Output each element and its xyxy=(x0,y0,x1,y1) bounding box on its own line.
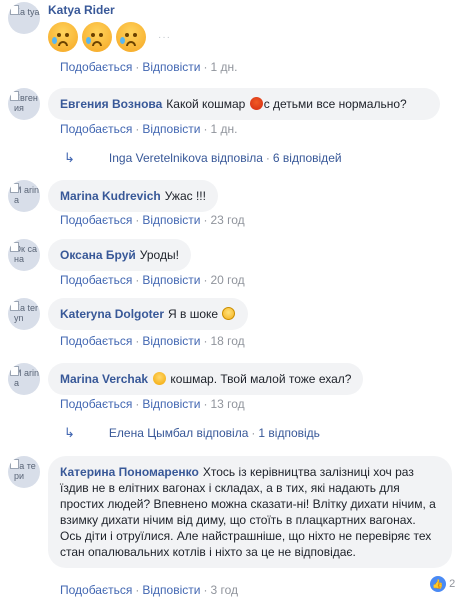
comment-bubble: Kateryna Dolgoter Я в шоке xyxy=(48,298,249,330)
reply-arrow-icon: ↳ xyxy=(64,425,75,440)
timestamp[interactable]: 3 год xyxy=(210,583,238,597)
comment-author[interactable]: Евгения Вознова xyxy=(60,97,162,111)
timestamp[interactable]: 20 год xyxy=(210,273,244,287)
comment-bubble: Marina Kudrevich Ужас !!! xyxy=(48,180,218,212)
reply-link[interactable]: Відповісти xyxy=(142,60,200,74)
comment: Ka teryn Kateryna Dolgoter Я в шоке Подоб… xyxy=(8,298,464,348)
comment-author[interactable]: Katya Rider xyxy=(48,2,146,18)
replies-author: Inga Veretelnikova відповіла xyxy=(108,151,263,165)
like-reaction-icon: 👍 xyxy=(430,576,446,592)
like-link[interactable]: Подобається xyxy=(60,583,132,597)
comment-body: Katya Rider xyxy=(48,2,150,56)
comment: Ок сана Оксана Бруй Уроды! Подобається · Ві… xyxy=(8,239,464,289)
comment: M arina Marina Kudrevich Ужас !!! Подобає… xyxy=(8,180,464,230)
like-link[interactable]: Подобається xyxy=(60,213,132,227)
comment-actions: Подобається · Відповісти · 20 год xyxy=(60,273,245,287)
timestamp[interactable]: 23 год xyxy=(210,213,244,227)
timestamp[interactable]: 13 год xyxy=(210,397,244,411)
angry-face-icon xyxy=(249,97,263,110)
avatar[interactable]: Ka tya xyxy=(8,2,40,34)
comment-author[interactable]: Marina Kudrevich xyxy=(60,189,161,203)
comment-author[interactable]: Kateryna Dolgoter xyxy=(60,307,164,321)
like-link[interactable]: Подобається xyxy=(60,60,132,74)
comment-text: кошмар. Твой малой тоже ехал? xyxy=(170,372,352,386)
avatar[interactable]: Ka teryn xyxy=(8,298,40,330)
comment-text: Какой кошмар xyxy=(166,97,246,111)
reply-link[interactable]: Відповісти xyxy=(142,213,200,227)
comment-bubble: Оксана Бруй Уроды! xyxy=(48,239,191,271)
avatar[interactable]: M arina xyxy=(8,180,40,212)
reply-arrow-icon: ↳ xyxy=(64,150,75,165)
like-link[interactable]: Подобається xyxy=(60,334,132,348)
weary-face-icon xyxy=(48,22,78,52)
reaction-summary[interactable]: 👍 2 xyxy=(430,576,455,592)
comment: Ka tya Katya Rider ··· Подобається · Відпо… xyxy=(8,2,464,74)
reply-link[interactable]: Відповісти xyxy=(142,397,200,411)
more-options-icon[interactable]: ··· xyxy=(158,32,171,43)
reply-link[interactable]: Відповісти xyxy=(142,334,200,348)
avatar[interactable]: Ок сана xyxy=(8,239,40,271)
reply-link[interactable]: Відповісти xyxy=(142,273,200,287)
comment: M arina Marina Verchak кошмар. Твой мало… xyxy=(8,363,464,443)
comment-author[interactable]: Marina Verchak xyxy=(60,372,148,386)
comment-actions: Подобається · Відповісти · 1 дн. xyxy=(60,60,238,74)
like-link[interactable]: Подобається xyxy=(60,397,132,411)
comment-text: Ужас !!! xyxy=(164,189,206,203)
weary-face-icon xyxy=(116,22,146,52)
comment-text: Уроды! xyxy=(139,248,179,262)
avatar[interactable]: M arina xyxy=(8,363,40,395)
comment-bubble: Катерина Пономаренко Хтось із керівництва… xyxy=(48,456,452,568)
avatar[interactable]: Ка тери xyxy=(8,456,40,488)
comment: Евгения Евгения Вознова Какой кошмар с де… xyxy=(8,88,464,168)
avatar[interactable]: Евгения xyxy=(8,88,40,120)
comment-text: с детьми все нормально? xyxy=(263,97,407,111)
weary-face-icon xyxy=(82,22,112,52)
comment-author[interactable]: Катерина Пономаренко xyxy=(60,465,199,479)
comment-actions: Подобається · Відповісти · 1 дн. xyxy=(60,122,238,136)
comment-text: Хтось із керівництва залізниці хоч раз ї… xyxy=(60,465,436,559)
astonished-face-icon xyxy=(153,372,167,385)
comment-author[interactable]: Оксана Бруй xyxy=(60,248,136,262)
timestamp[interactable]: 18 год xyxy=(210,334,244,348)
reply-link[interactable]: Відповісти xyxy=(142,583,200,597)
comment: Ка тери Катерина Пономаренко Хтось із кер… xyxy=(8,456,464,597)
like-link[interactable]: Подобається xyxy=(60,122,132,136)
reply-link[interactable]: Відповісти xyxy=(142,122,200,136)
view-replies-link[interactable]: ↳ Елена Цымбал відповіла · 1 відповідь xyxy=(64,425,320,441)
comment-text: Я в шоке xyxy=(168,307,219,321)
comment-bubble: Евгения Вознова Какой кошмар с детьми все… xyxy=(48,88,440,120)
comment-actions: Подобається · Відповісти · 13 год xyxy=(60,397,245,411)
replies-count: 6 відповідей xyxy=(272,151,342,165)
comment-actions: Подобається · Відповісти · 3 год xyxy=(60,583,238,597)
reaction-count: 2 xyxy=(449,577,456,590)
like-link[interactable]: Подобається xyxy=(60,273,132,287)
screaming-face-icon xyxy=(222,307,236,320)
comment-actions: Подобається · Відповісти · 18 год xyxy=(60,334,245,348)
comment-bubble: Marina Verchak кошмар. Твой малой тоже е… xyxy=(48,363,364,395)
replies-count: 1 відповідь xyxy=(258,426,320,440)
timestamp[interactable]: 1 дн. xyxy=(210,60,237,74)
replies-author: Елена Цымбал відповіла xyxy=(108,426,249,440)
view-replies-link[interactable]: ↳ Inga Veretelnikova відповіла · 6 відповід… xyxy=(64,150,342,166)
timestamp[interactable]: 1 дн. xyxy=(210,122,237,136)
comment-actions: Подобається · Відповісти · 23 год xyxy=(60,213,245,227)
